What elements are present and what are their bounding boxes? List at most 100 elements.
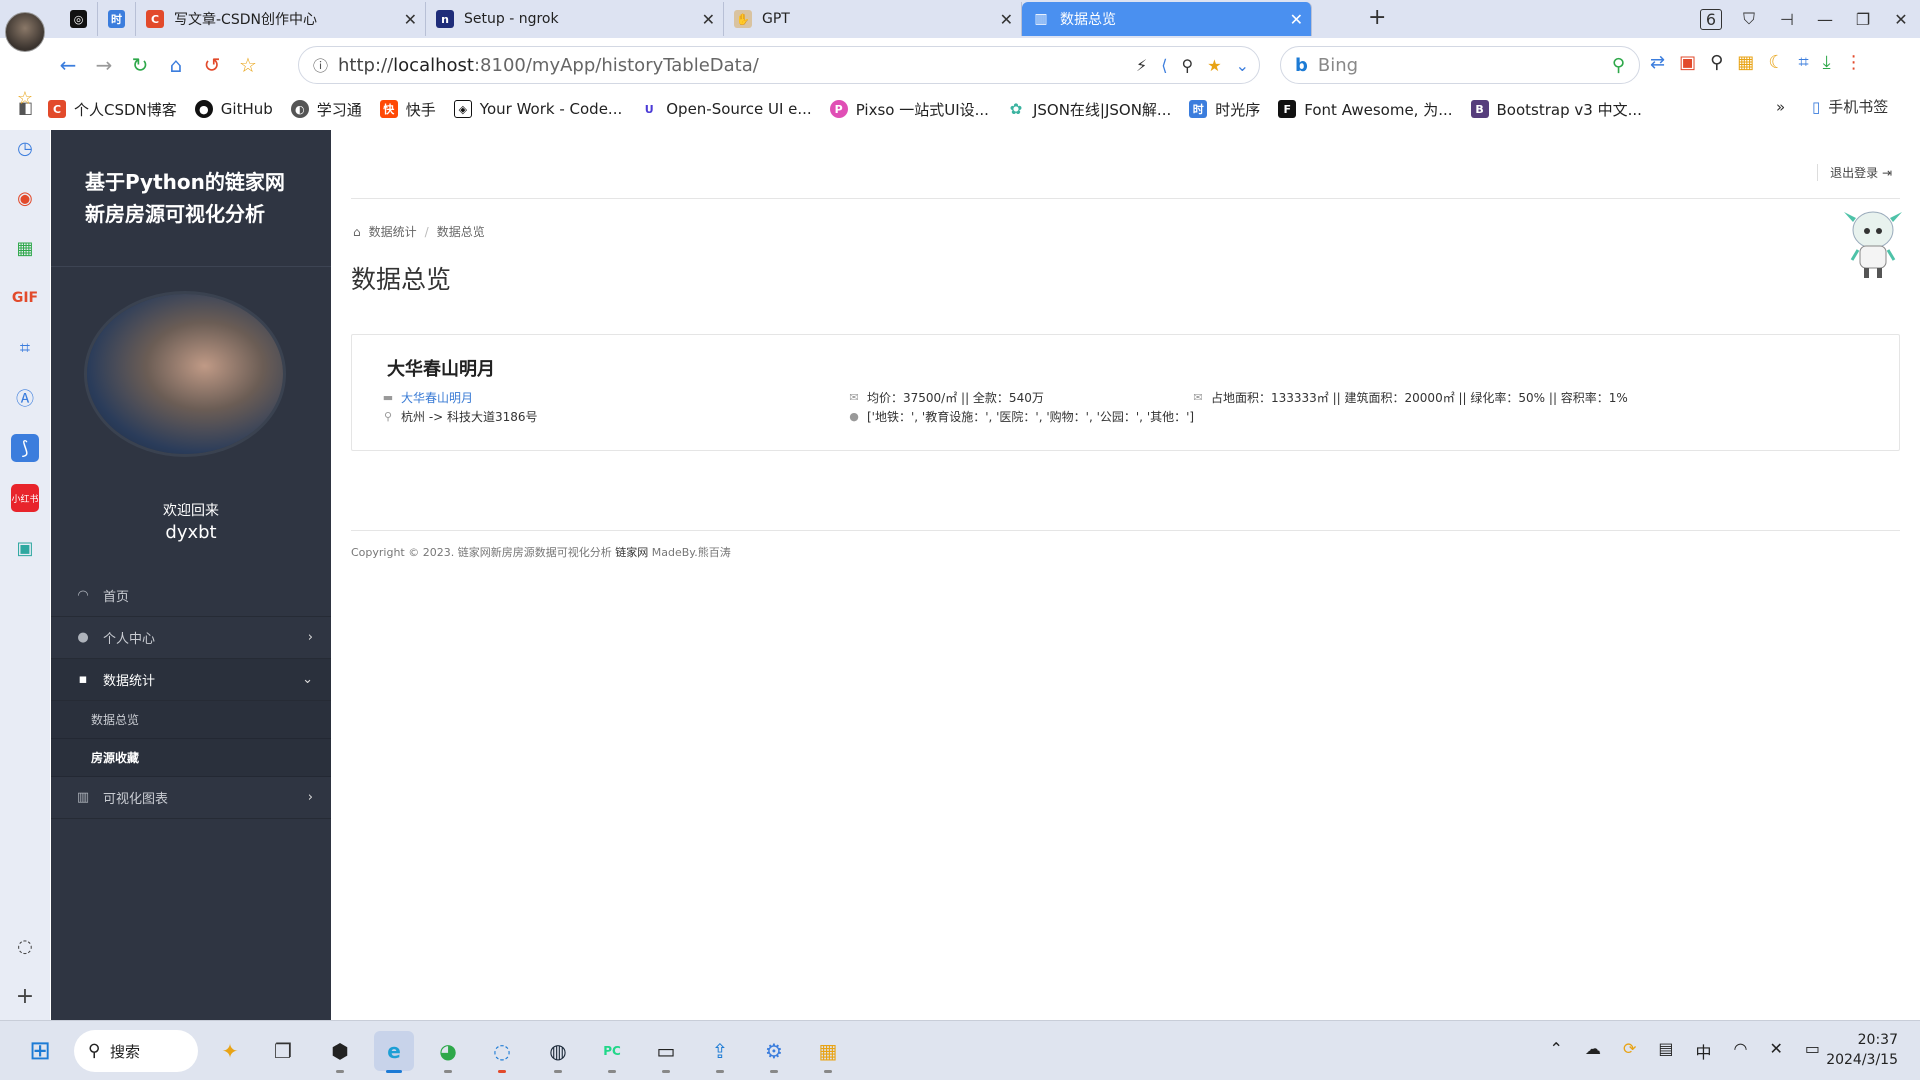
minimize-button[interactable]: — (1806, 10, 1844, 29)
wechat-icon[interactable]: ◕ (428, 1031, 468, 1073)
logout-link[interactable]: 退出登录 ⇥ (1817, 164, 1892, 181)
bookmark-kuaishou[interactable]: 快快手 (379, 99, 436, 120)
sidebar-item-personal[interactable]: ● 个人中心 › (51, 617, 331, 659)
zoom-icon[interactable]: ⚲ (1182, 56, 1194, 75)
tab-csdn[interactable]: C 写文章-CSDN创作中心 ✕ (136, 2, 426, 36)
task-view-icon[interactable]: ❐ (263, 1031, 303, 1071)
chevron-up-icon[interactable]: ⌃ (1550, 1039, 1563, 1063)
refresh-button[interactable]: ↻ (122, 53, 158, 77)
chat-icon[interactable]: ◌ (482, 1031, 522, 1073)
add-icon[interactable]: + (11, 982, 39, 1010)
battery-icon[interactable]: ▭ (1805, 1039, 1820, 1063)
favorites-button[interactable]: ☆ (230, 53, 266, 77)
sidebar-subitem-overview[interactable]: 数据总览 (51, 701, 331, 739)
record-icon[interactable]: ◉ (11, 184, 39, 212)
history-icon[interactable]: ◷ (11, 134, 39, 162)
close-window-button[interactable]: ✕ (1882, 10, 1920, 29)
bookmark-open-source-ui[interactable]: U Open-Source UI e... (640, 100, 812, 118)
ime-indicator[interactable]: 中 (1695, 1039, 1711, 1063)
sidebar-item-charts[interactable]: ▥ 可视化图表 › (51, 777, 331, 819)
bookmarks-more-button[interactable]: » (1776, 98, 1785, 116)
address-bar[interactable]: ⓘ http://localhost:8100/myApp/historyTab… (298, 46, 1260, 84)
keyboard-icon[interactable]: ▤ (1658, 1039, 1673, 1063)
terminal-icon[interactable]: ▭ (646, 1031, 686, 1073)
new-tab-button[interactable]: + (1368, 5, 1386, 30)
favorites-icon[interactable]: ☆ (11, 84, 39, 112)
monitor-icon[interactable]: ▣ (11, 534, 39, 562)
bookmark-pixso[interactable]: P Pixso 一站式UI设... (829, 99, 989, 120)
apps-icon[interactable]: ▦ (1737, 52, 1754, 73)
pin-icon[interactable]: ⊣ (1768, 10, 1806, 29)
dashboard-icon: ◠ (77, 588, 89, 603)
magnifier-icon[interactable]: ⚲ (1710, 52, 1723, 73)
skin-icon[interactable]: ⛉ (1730, 9, 1768, 29)
search-icon[interactable]: ⚲ (1612, 55, 1625, 76)
app-icon[interactable]: ⟆ (11, 434, 39, 462)
bookmark-csdn[interactable]: C 个人CSDN博客 (48, 99, 177, 120)
home-icon[interactable]: ⌂ (353, 225, 361, 239)
ocr-icon[interactable]: Ⓐ (11, 384, 39, 412)
settings-gear-icon[interactable]: ⚙ (754, 1031, 794, 1073)
sidebar-item-home[interactable]: ◠ 首页 (51, 575, 331, 617)
sync-icon[interactable]: ⟳ (1623, 1039, 1636, 1063)
gif-icon[interactable]: GIF (11, 284, 39, 312)
share-icon[interactable]: ⟨ (1161, 56, 1167, 75)
browser-icon[interactable]: e (374, 1031, 414, 1073)
restore-button[interactable]: ❐ (1844, 10, 1882, 29)
tab-gpt[interactable]: ✋ GPT ✕ (724, 2, 1022, 36)
star-icon[interactable]: ★ (1207, 56, 1221, 75)
footer-brand-link[interactable]: 链家网 (615, 546, 648, 559)
close-icon[interactable]: ✕ (1000, 10, 1013, 29)
share-out-icon[interactable]: ⋮ (1845, 52, 1863, 73)
sidebar-item-stats[interactable]: ▪ 数据统计 ⌄ (51, 659, 331, 701)
windows-start-icon[interactable]: ⊞ (20, 1031, 60, 1071)
clock[interactable]: 20:37 2024/3/15 (1826, 1030, 1898, 1070)
sidebar-subitem-favorites[interactable]: 房源收藏 (51, 739, 331, 777)
undo-close-button[interactable]: ↺ (194, 53, 230, 77)
upload-app-icon[interactable]: ⇪ (700, 1031, 740, 1073)
steam-icon[interactable]: ◍ (538, 1031, 578, 1073)
chevron-down-icon[interactable]: ⌄ (1236, 56, 1249, 75)
tab-count-button[interactable]: 6 (1692, 8, 1730, 30)
wifi-icon[interactable]: ◠ (1734, 1039, 1748, 1063)
bookmark-fontawesome[interactable]: F Font Awesome, 为... (1278, 99, 1453, 120)
cloud-icon[interactable]: ☁ (1585, 1039, 1601, 1063)
qrcode-icon[interactable]: ▦ (11, 234, 39, 262)
search-box[interactable]: b Bing ⚲ (1280, 46, 1640, 84)
bookmark-codepen[interactable]: ◈ Your Work - Code... (453, 100, 622, 118)
tab-data-overview[interactable]: ▥ 数据总览 ✕ (1022, 2, 1312, 36)
back-button[interactable]: ← (50, 53, 86, 77)
tab-openai[interactable]: ◎ (60, 2, 98, 36)
app-cube-icon[interactable]: ⬢ (320, 1031, 360, 1073)
profile-avatar[interactable] (5, 12, 45, 52)
volume-mute-icon[interactable]: ✕ (1769, 1039, 1782, 1063)
xiaohongshu-icon[interactable]: 小红书 (11, 484, 39, 512)
grid-app-icon[interactable]: ▦ (808, 1031, 848, 1073)
breadcrumb-item[interactable]: 数据统计 (369, 223, 417, 240)
bookmark-json[interactable]: ✿ JSON在线|JSON解... (1006, 99, 1171, 120)
home-button[interactable]: ⌂ (158, 53, 194, 77)
tab-app[interactable]: 时 (98, 2, 136, 36)
bookmark-shiguangxu[interactable]: 时时光序 (1189, 99, 1260, 120)
close-icon[interactable]: ✕ (404, 10, 417, 29)
tab-ngrok[interactable]: n Setup - ngrok ✕ (426, 2, 724, 36)
crop-icon[interactable]: ⌗ (1798, 52, 1808, 73)
pycharm-icon[interactable]: PC (592, 1031, 632, 1073)
bookmark-bootstrap[interactable]: B Bootstrap v3 中文... (1470, 99, 1642, 120)
pdf-icon[interactable]: ▣ (1679, 52, 1696, 73)
property-link[interactable]: 大华春山明月 (401, 389, 473, 406)
close-icon[interactable]: ✕ (1290, 10, 1303, 29)
translate-icon[interactable]: ⇄ (1650, 52, 1665, 73)
download-icon[interactable]: ⤓ (1823, 52, 1831, 73)
bookmark-github[interactable]: ● GitHub (194, 100, 273, 118)
copilot-icon[interactable]: ✦ (210, 1031, 250, 1071)
lightning-icon[interactable]: ⚡ (1136, 56, 1147, 75)
moon-icon[interactable]: ☾ (1768, 52, 1784, 73)
bookmark-xuexitong[interactable]: ◐ 学习通 (290, 99, 362, 120)
forward-button[interactable]: → (86, 53, 122, 77)
mobile-bookmarks[interactable]: ▯ 手机书签 (1812, 96, 1888, 117)
lightbulb-icon[interactable]: ◌ (11, 932, 39, 960)
taskbar-search[interactable]: ⚲ 搜索 (74, 1030, 198, 1072)
close-icon[interactable]: ✕ (702, 10, 715, 29)
crop-icon[interactable]: ⌗ (11, 334, 39, 362)
